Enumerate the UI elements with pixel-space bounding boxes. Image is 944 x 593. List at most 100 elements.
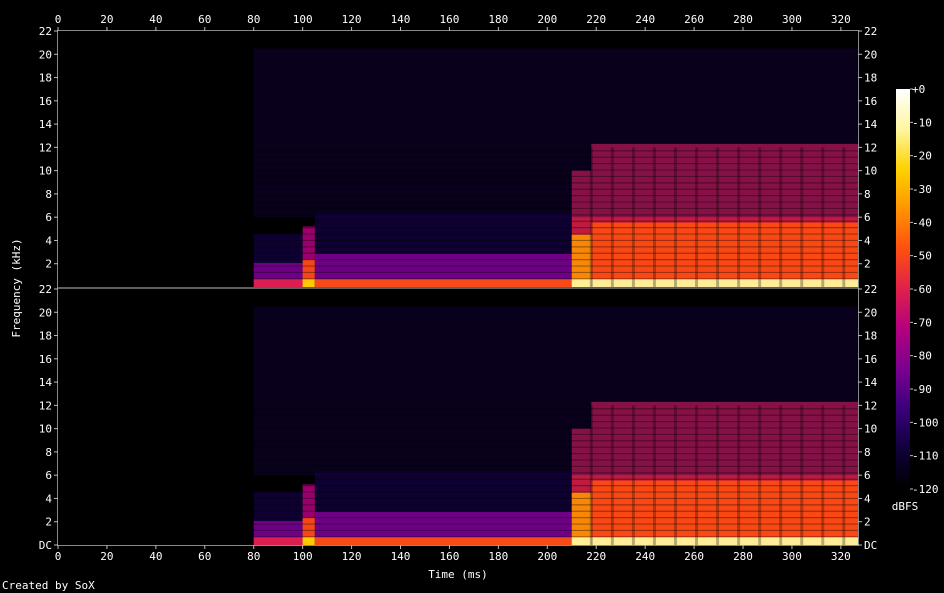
- y-tick-label-right: 22: [864, 283, 877, 296]
- y-tick-label-right: 10: [864, 165, 877, 178]
- x-tick-label-bottom: 180: [488, 550, 508, 563]
- y-tick-label-left: 2: [45, 516, 52, 529]
- x-tick-label-bottom: 200: [537, 550, 557, 563]
- y-tick-label-right: 16: [864, 95, 877, 108]
- energy-segment-base: [314, 537, 572, 545]
- colorbar-tick-label: -120: [912, 483, 939, 496]
- y-tick-label-right: 20: [864, 48, 877, 61]
- y-tick-label-left: 4: [45, 234, 52, 247]
- x-tick-label-bottom: 120: [342, 550, 362, 563]
- channel-2-plot: [58, 289, 858, 545]
- energy-segment-base: [571, 537, 592, 545]
- colorbar-scale: [896, 89, 910, 489]
- y-tick-label-left: 14: [39, 118, 53, 131]
- x-tick-label-top: 300: [782, 13, 802, 26]
- energy-segment-base: [302, 537, 315, 545]
- energy-segment-base: [591, 279, 858, 287]
- x-tick-label-bottom: 300: [782, 550, 802, 563]
- x-tick-label-bottom: 260: [684, 550, 704, 563]
- x-tick-label-top: 140: [391, 13, 411, 26]
- colorbar-tick-label: -20: [912, 150, 932, 163]
- x-tick-label-bottom: 0: [55, 550, 62, 563]
- x-tick-label-bottom: 100: [293, 550, 313, 563]
- energy-segment-base: [302, 279, 315, 287]
- y-tick-label-right: 22: [864, 25, 877, 38]
- y-tick-label-right: 18: [864, 330, 877, 343]
- noise-haze: [253, 48, 858, 218]
- colorbar-title: dBFS: [892, 500, 919, 513]
- energy-segment-base: [314, 279, 572, 287]
- x-tick-label-top: 240: [635, 13, 655, 26]
- y-tick-label-left: 16: [39, 353, 52, 366]
- y-tick-label-left: 14: [39, 376, 53, 389]
- energy-segment-base: [253, 537, 303, 545]
- y-tick-label-right: 2: [864, 516, 871, 529]
- y-tick-label-left: 22: [39, 25, 52, 38]
- colorbar-tick-label: -30: [912, 183, 932, 196]
- colorbar-tick-label: -110: [912, 450, 939, 463]
- x-tick-label-top: 0: [55, 13, 62, 26]
- colorbar-tick-label: -70: [912, 316, 932, 329]
- y-tick-label-right: 6: [864, 469, 871, 482]
- x-tick-label-top: 200: [537, 13, 557, 26]
- y-tick-label-left: 20: [39, 48, 52, 61]
- y-tick-label-right: 10: [864, 423, 877, 436]
- x-tick-label-bottom: 320: [831, 550, 851, 563]
- colorbar-tick-label: -100: [912, 416, 939, 429]
- colorbar-tick-label: -80: [912, 350, 932, 363]
- noise-haze: [253, 306, 858, 476]
- y-tick-label-right: 4: [864, 492, 871, 505]
- x-tick-label-top: 160: [439, 13, 459, 26]
- y-tick-label-left: DC: [39, 539, 52, 552]
- x-tick-label-bottom: 60: [198, 550, 211, 563]
- y-tick-label-left: 6: [45, 211, 52, 224]
- y-tick-label-right: 20: [864, 306, 877, 319]
- colorbar-tick-label: -50: [912, 250, 932, 263]
- y-tick-label-left: 6: [45, 469, 52, 482]
- y-tick-label-left: 22: [39, 283, 52, 296]
- x-tick-label-top: 280: [733, 13, 753, 26]
- x-tick-label-top: 20: [100, 13, 113, 26]
- x-tick-label-top: 320: [831, 13, 851, 26]
- colorbar-tick-label: -90: [912, 383, 932, 396]
- y-tick-label-left: 18: [39, 72, 52, 85]
- y-tick-label-left: 16: [39, 95, 52, 108]
- x-tick-label-top: 40: [149, 13, 162, 26]
- y-tick-label-left: 12: [39, 141, 52, 154]
- y-tick-label-right: 12: [864, 399, 877, 412]
- energy-segment-core: [591, 480, 858, 545]
- x-tick-label-top: 260: [684, 13, 704, 26]
- y-tick-label-left: 20: [39, 306, 52, 319]
- colorbar-tick-label: +0: [912, 83, 925, 96]
- y-tick-label-right: 6: [864, 211, 871, 224]
- spectrogram-chart: 0 0 20 20 40 40 60 60 80 80 100 100 120 120 140 140 160 1…: [10, 13, 939, 581]
- colorbar-tick-label: -10: [912, 116, 932, 129]
- channel-1-plot: [58, 31, 858, 287]
- x-tick-label-bottom: 160: [439, 550, 459, 563]
- y-tick-label-right: 4: [864, 234, 871, 247]
- x-tick-label-top: 100: [293, 13, 313, 26]
- y-tick-label-right: 8: [864, 188, 871, 201]
- x-tick-label-bottom: 20: [100, 550, 113, 563]
- y-tick-label-left: 10: [39, 423, 52, 436]
- x-tick-label-bottom: 40: [149, 550, 162, 563]
- y-axis-title: Frequency (kHz): [10, 238, 23, 337]
- x-tick-label-bottom: 220: [586, 550, 606, 563]
- colorbar-tick-label: -40: [912, 216, 932, 229]
- y-tick-label-left: 4: [45, 492, 52, 505]
- y-tick-label-right: 14: [864, 376, 878, 389]
- y-tick-label-left: 18: [39, 330, 52, 343]
- y-tick-label-left: 12: [39, 399, 52, 412]
- colorbar-tick-label: -60: [912, 283, 932, 296]
- y-tick-label-right: DC: [864, 539, 877, 552]
- y-tick-label-left: 8: [45, 188, 52, 201]
- y-tick-label-right: 8: [864, 446, 871, 459]
- energy-segment-base: [591, 537, 858, 545]
- x-tick-label-bottom: 140: [391, 550, 411, 563]
- x-tick-label-bottom: 240: [635, 550, 655, 563]
- y-tick-label-right: 18: [864, 72, 877, 85]
- x-tick-label-top: 220: [586, 13, 606, 26]
- x-tick-label-bottom: 80: [247, 550, 260, 563]
- y-tick-label-left: 10: [39, 165, 52, 178]
- x-tick-label-top: 80: [247, 13, 260, 26]
